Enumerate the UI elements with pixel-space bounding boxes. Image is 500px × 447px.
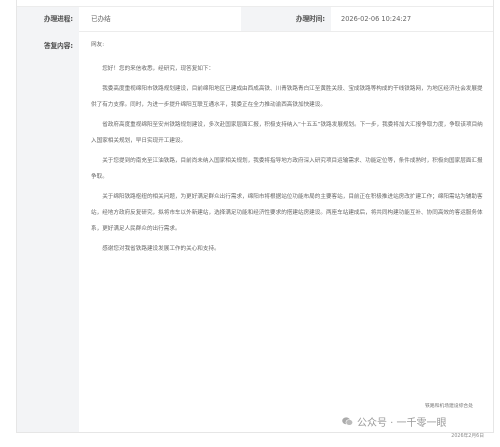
status-value: 已办结	[91, 15, 111, 23]
wechat-icon	[342, 417, 354, 426]
meta-row: 办理进程: 已办结 办理时间: 2026-02-06 10:24:27	[17, 6, 493, 32]
reply-content: 网友: 您好！您的来信收悉，经研究，现答复如下： 我委高度重视绵阳市铁路规划建设…	[91, 37, 483, 261]
paragraph: 您好！您的来信收悉，经研究，现答复如下：	[102, 66, 215, 72]
time-value: 2026-02-06 10:24:27	[341, 15, 412, 23]
reply-label: 答复内容:	[17, 31, 79, 432]
paragraph: 关于绵阳铁路枢纽的相关问题，为更好满足群众出行需求，绵阳市将根据站位功能布局的主…	[91, 194, 483, 232]
status-label: 办理进程:	[17, 7, 79, 31]
watermark: 公众号 · 一千零一眼	[342, 414, 447, 429]
time-label: 办理时间:	[241, 7, 331, 31]
watermark-date: 2026年2月6日	[451, 434, 484, 439]
paragraph: 感谢您对我省铁路建设发展工作的关心和支持。	[102, 246, 220, 252]
watermark-text: 公众号 · 一千零一眼	[357, 418, 447, 429]
signature: 铁路和机场建设综合处	[425, 404, 473, 409]
paragraph: 我委高度重视绵阳市铁路规划建设，目前绵阳地区已建成由西成高铁、川青铁路青白江至黄…	[91, 86, 483, 108]
reply-detail-panel: 办理进程: 已办结 办理时间: 2026-02-06 10:24:27 答复内容…	[16, 0, 494, 433]
paragraph: 关于您提到的南充至江油铁路，目前尚未纳入国家相关规划，我委将指导地方政府深入研究…	[91, 158, 483, 180]
greeting: 网友:	[91, 42, 105, 48]
paragraph: 省政府高度重视绵阳至安州铁路规划建设，多次赴国家层面汇报，积极支持纳入“十五五”…	[91, 122, 483, 144]
reply-row: 答复内容: 网友: 您好！您的来信收悉，经研究，现答复如下： 我委高度重视绵阳市…	[17, 31, 493, 432]
